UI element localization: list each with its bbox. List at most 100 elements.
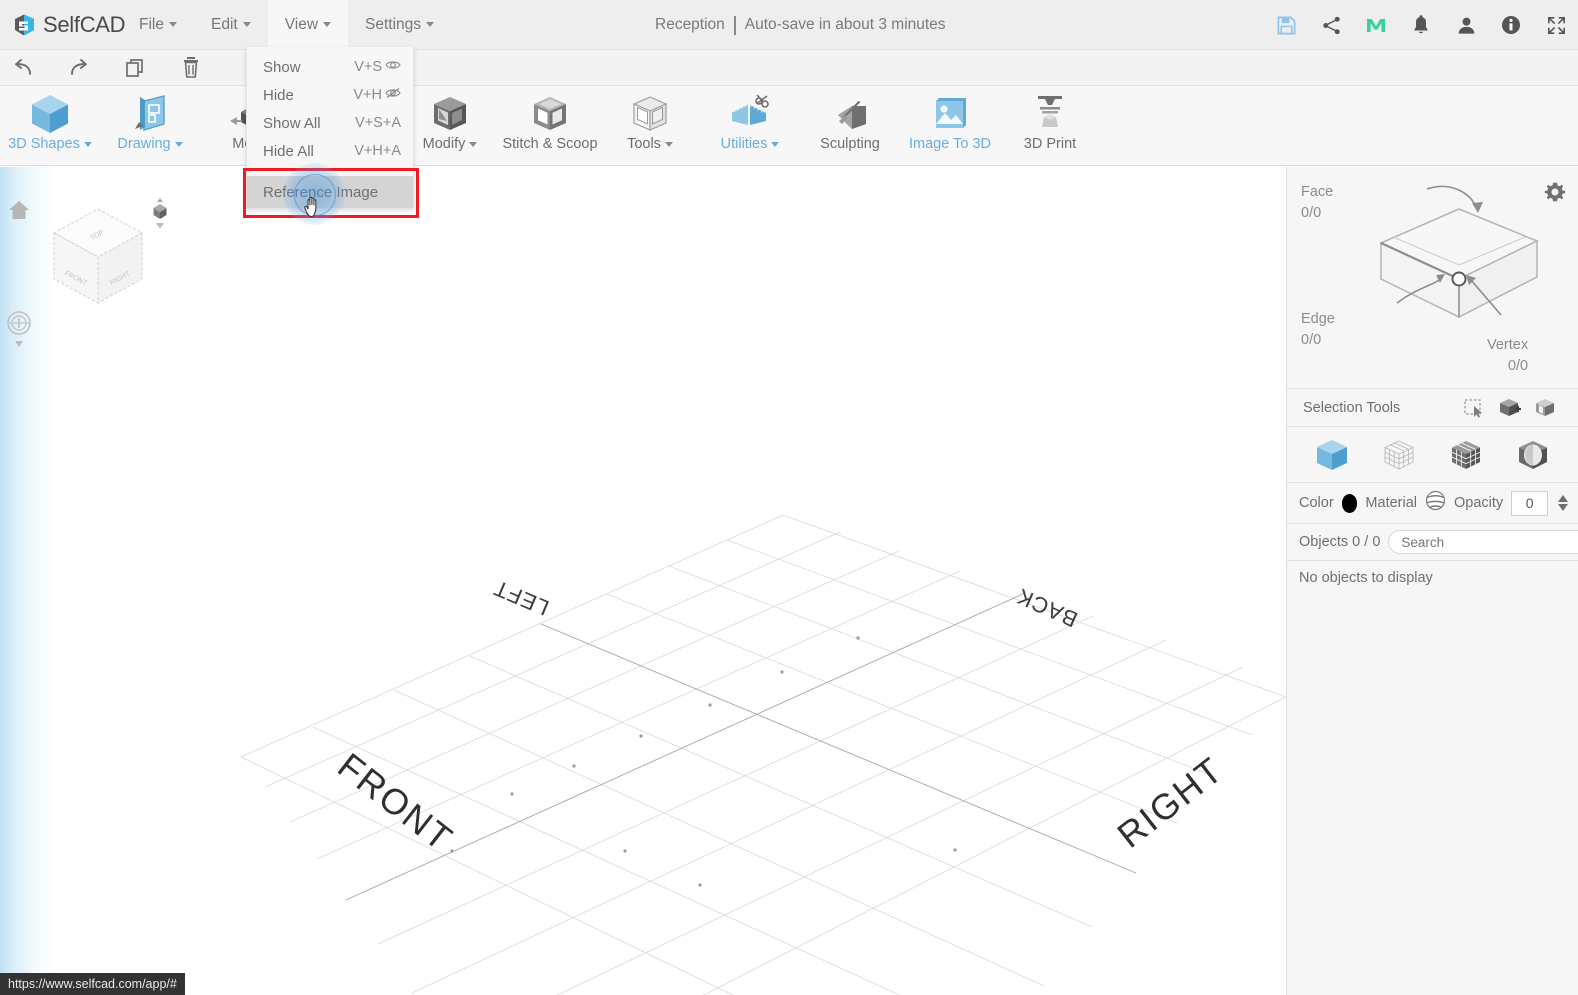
view-menu-show-all-shortcut: V+S+A: [355, 115, 401, 131]
objects-row: Objects 0 / 0: [1287, 524, 1578, 561]
color-swatch[interactable]: [1341, 493, 1358, 513]
selection-tools-row: Selection Tools: [1287, 389, 1578, 427]
view-menu-item-hide[interactable]: Hide V+H: [247, 81, 413, 109]
solid-wireframe-mode-icon[interactable]: [1444, 433, 1488, 477]
view-menu-show-label: Show: [263, 58, 301, 76]
display-mode-row: [1287, 427, 1578, 483]
eye-icon: [385, 59, 401, 75]
view-menu-item-show-all[interactable]: Show All V+S+A: [247, 109, 413, 137]
menu-file[interactable]: File: [122, 0, 194, 50]
copy-button[interactable]: [118, 53, 152, 83]
ribbon-stitch-scoop[interactable]: Stitch & Scoop: [500, 86, 600, 166]
color-label: Color: [1299, 495, 1334, 511]
wireframe-mode-icon[interactable]: [1377, 433, 1421, 477]
edge-count-label: Edge 0/0: [1301, 311, 1335, 348]
opacity-stepper[interactable]: [1558, 495, 1568, 511]
add-selection-icon[interactable]: [1492, 393, 1528, 423]
view-menu-item-reference-image[interactable]: Reference Image: [247, 176, 413, 208]
modify-cube-icon: [426, 92, 474, 136]
ribbon-sculpting[interactable]: Sculpting: [800, 86, 900, 166]
opacity-input[interactable]: 0: [1511, 490, 1548, 516]
invert-selection-icon[interactable]: [1528, 393, 1564, 423]
tools-cube-icon: [626, 92, 674, 136]
top-right-actions: [1274, 0, 1568, 50]
ribbon-tools-label: Tools: [627, 136, 661, 152]
fullscreen-icon[interactable]: [1544, 13, 1568, 37]
objects-empty-message: No objects to display: [1299, 570, 1433, 586]
ribbon-3d-print-label: 3D Print: [1023, 136, 1077, 152]
material-sphere-icon[interactable]: [1425, 490, 1446, 516]
ribbon-drawing[interactable]: Drawing: [100, 86, 200, 166]
chevron-down-icon: [168, 22, 177, 27]
delete-button[interactable]: [174, 53, 208, 83]
ribbon-3d-shapes-label: 3D Shapes: [8, 136, 80, 152]
material-row: Color Material Opacity 0: [1287, 483, 1578, 524]
3d-printer-icon: [1026, 92, 1074, 136]
right-properties-panel: Face 0/0 Edge 0/0 Vertex 0/0 Selection T…: [1286, 167, 1578, 995]
shaded-mode-icon[interactable]: [1511, 433, 1555, 477]
ribbon-utilities-label: Utilities: [720, 136, 768, 152]
chevron-down-icon: [771, 141, 780, 147]
home-view-icon[interactable]: [8, 199, 30, 226]
ribbon-drawing-label: Drawing: [117, 136, 171, 152]
view-menu-show-shortcut: V+S: [354, 59, 382, 75]
notifications-bell-icon[interactable]: [1409, 13, 1433, 37]
autosave-status: Auto-save in about 3 minutes: [744, 16, 946, 33]
ribbon-tools[interactable]: Tools: [600, 86, 700, 166]
solid-mode-icon[interactable]: [1310, 433, 1354, 477]
view-menu-hide-all-label: Hide All: [263, 142, 314, 160]
selection-diagram: [1379, 185, 1539, 319]
menu-edit[interactable]: Edit: [194, 0, 268, 50]
ground-label-front: FRONT: [330, 745, 461, 860]
ribbon-image-to-3d[interactable]: Image To 3D: [900, 86, 1000, 166]
chevron-down-icon: [1558, 504, 1568, 511]
ribbon-image-to-3d-label: Image To 3D: [909, 136, 991, 152]
chevron-down-icon: [174, 141, 183, 147]
main-ribbon-toolbar: 3D Shapes Drawing Modify Stitch & Scoop …: [0, 86, 1578, 222]
ribbon-3d-print[interactable]: 3D Print: [1000, 86, 1100, 166]
sculpting-chisel-icon: [826, 92, 874, 136]
ribbon-modify[interactable]: Modify: [400, 86, 500, 166]
ribbon-stitch-scoop-label: Stitch & Scoop: [502, 136, 598, 152]
image-to-3d-icon: [926, 92, 974, 136]
chevron-down-icon: [664, 141, 673, 147]
share-icon[interactable]: [1319, 13, 1343, 37]
utilities-scissors-icon: [726, 92, 774, 136]
view-menu-item-show[interactable]: Show V+S: [247, 53, 413, 81]
view-menu-item-hide-all[interactable]: Hide All V+H+A: [247, 137, 413, 165]
user-account-icon[interactable]: [1454, 13, 1478, 37]
app-logo[interactable]: SelfCAD: [0, 11, 126, 38]
menu-settings-label: Settings: [365, 15, 422, 33]
view-menu-show-all-label: Show All: [263, 114, 321, 132]
menu-settings[interactable]: Settings: [348, 0, 451, 50]
ribbon-3d-shapes[interactable]: 3D Shapes: [0, 86, 100, 166]
selection-tools-label: Selection Tools: [1303, 399, 1401, 416]
chevron-down-icon: [83, 141, 92, 147]
info-icon[interactable]: [1499, 13, 1523, 37]
3d-viewport[interactable]: LEFT BACK FRONT RIGHT TOP FRONT RIGHT: [0, 167, 1286, 995]
view-cube[interactable]: TOP FRONT RIGHT: [38, 197, 158, 317]
objects-count-label: Objects 0 / 0: [1299, 534, 1381, 550]
save-icon[interactable]: [1274, 13, 1298, 37]
app-name: SelfCAD: [43, 11, 126, 37]
selfcad-logo-icon: [12, 12, 38, 38]
menu-view[interactable]: View: [267, 0, 349, 50]
redo-button[interactable]: [62, 53, 96, 83]
mailchimp-m-icon[interactable]: [1364, 13, 1388, 37]
undo-button[interactable]: [6, 53, 40, 83]
eye-slash-icon: [385, 87, 401, 103]
selection-info-area: Face 0/0 Edge 0/0 Vertex 0/0: [1287, 167, 1578, 389]
menu-divider: [247, 165, 413, 172]
orbit-navigation-icon[interactable]: [6, 310, 32, 357]
perspective-view-icon[interactable]: [148, 195, 172, 240]
ground-label-back: BACK: [1013, 583, 1082, 632]
objects-search[interactable]: [1388, 530, 1578, 554]
title-divider: [733, 15, 736, 35]
status-bar-url: https://www.selfcad.com/app/#: [0, 973, 185, 995]
objects-search-input[interactable]: [1401, 534, 1578, 550]
stitch-scoop-icon: [526, 92, 574, 136]
ribbon-utilities[interactable]: Utilities: [700, 86, 800, 166]
rectangle-select-icon[interactable]: [1456, 393, 1492, 423]
view-dropdown-menu: Show V+S Hide V+H Show All V+S+A Hide Al…: [243, 47, 419, 225]
view-menu-hide-shortcut: V+H: [353, 87, 382, 103]
